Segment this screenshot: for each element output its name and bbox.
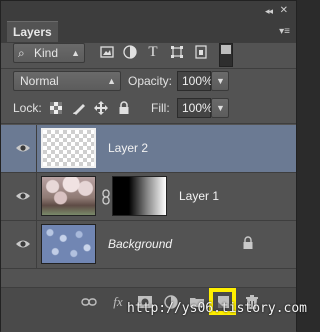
fill-label: Fill: bbox=[151, 101, 170, 115]
blend-mode-value: Normal bbox=[20, 74, 59, 88]
layers-panel: ◂◂ ✕ Layers ▾≡ ⌕ Kind ▲ T Normal ▲ Opaci… bbox=[0, 0, 307, 332]
smart-object-filter-icon[interactable] bbox=[194, 45, 208, 59]
filter-kind-dropdown[interactable]: ⌕ Kind ▲ bbox=[13, 43, 85, 63]
panel-title-strip bbox=[1, 1, 296, 21]
layer-thumbnail[interactable] bbox=[41, 176, 96, 216]
close-panel-icon[interactable]: ✕ bbox=[280, 5, 288, 16]
fill-slider-button[interactable]: ▼ bbox=[211, 98, 229, 118]
lock-icon bbox=[243, 236, 253, 249]
divider bbox=[1, 123, 296, 124]
layer-name[interactable]: Layer 1 bbox=[179, 189, 219, 203]
chevron-down-icon: ▲ bbox=[107, 76, 116, 86]
chevron-down-icon: ▼ bbox=[216, 103, 225, 113]
fx-icon[interactable]: fx bbox=[110, 294, 126, 310]
chevron-down-icon: ▼ bbox=[216, 76, 225, 86]
collapse-panel-icon[interactable]: ◂◂ bbox=[265, 6, 273, 17]
lock-label: Lock: bbox=[13, 101, 42, 115]
layer-row-layer-1[interactable]: Layer 1 bbox=[1, 173, 296, 221]
layer-name[interactable]: Background bbox=[108, 237, 172, 251]
layer-thumbnail[interactable] bbox=[41, 128, 96, 168]
filter-toggle-switch[interactable] bbox=[219, 43, 233, 67]
mask-link-chain-icon[interactable] bbox=[101, 189, 111, 205]
layer-row-background[interactable]: Background bbox=[1, 221, 296, 269]
link-layers-icon[interactable] bbox=[81, 294, 97, 310]
image-filter-icon[interactable] bbox=[100, 45, 114, 59]
lock-all-icon[interactable] bbox=[117, 101, 131, 115]
watermark-text: http://ys06.tistory.com bbox=[127, 301, 308, 316]
layer-mask-thumbnail[interactable] bbox=[112, 176, 167, 216]
type-filter-icon[interactable]: T bbox=[146, 45, 160, 60]
opacity-field[interactable]: 100% bbox=[177, 71, 213, 91]
divider bbox=[1, 68, 296, 69]
eye-icon[interactable] bbox=[15, 236, 31, 252]
layer-thumbnail[interactable] bbox=[41, 224, 96, 264]
eye-icon[interactable] bbox=[15, 140, 31, 156]
adjustment-filter-icon[interactable] bbox=[123, 45, 137, 59]
opacity-slider-button[interactable]: ▼ bbox=[211, 71, 229, 91]
search-icon: ⌕ bbox=[18, 46, 25, 60]
lock-image-pixels-icon[interactable] bbox=[72, 101, 86, 115]
lock-transparent-pixels-icon[interactable] bbox=[49, 101, 63, 115]
filter-kind-label: Kind bbox=[34, 46, 59, 60]
eye-icon[interactable] bbox=[15, 188, 31, 204]
fill-field[interactable]: 100% bbox=[177, 98, 213, 118]
opacity-label: Opacity: bbox=[128, 74, 173, 88]
panel-menu-icon[interactable]: ▾≡ bbox=[279, 26, 290, 37]
chevron-down-icon: ▲ bbox=[71, 48, 80, 58]
blend-mode-dropdown[interactable]: Normal ▲ bbox=[13, 71, 121, 91]
shape-filter-icon[interactable] bbox=[170, 45, 184, 59]
layers-list: Layer 2 Layer 1 Background bbox=[1, 125, 296, 287]
layer-name[interactable]: Layer 2 bbox=[108, 141, 148, 155]
lock-position-icon[interactable] bbox=[94, 101, 108, 115]
layer-row-layer-2[interactable]: Layer 2 bbox=[1, 125, 296, 173]
tab-layers[interactable]: Layers bbox=[7, 21, 58, 42]
